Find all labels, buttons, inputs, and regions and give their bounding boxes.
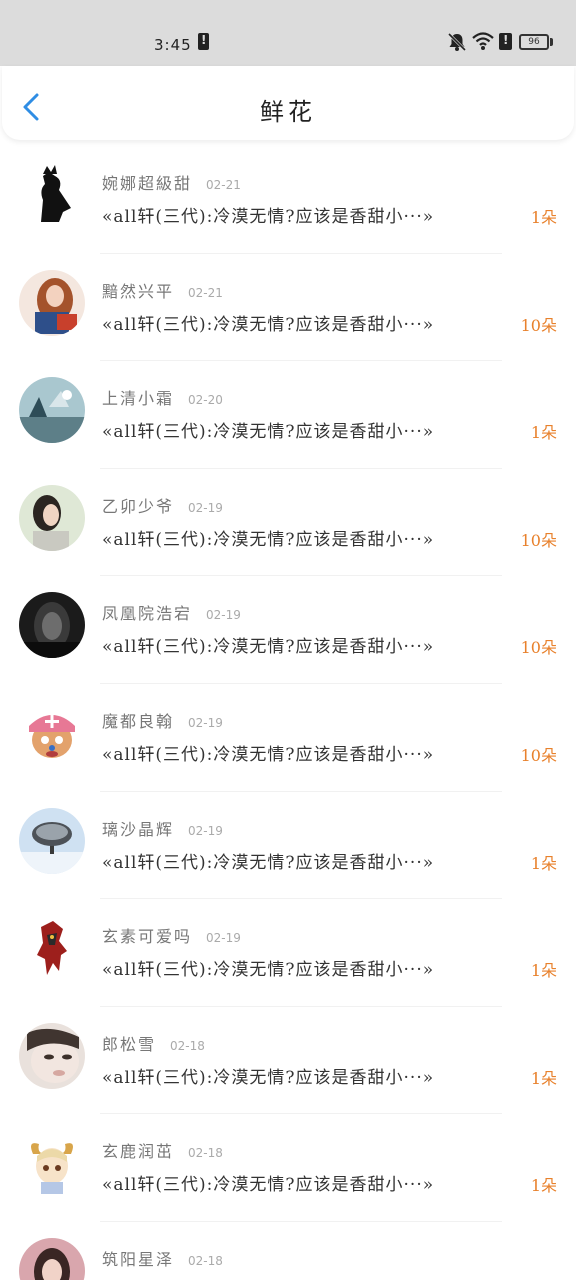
- flower-record-row[interactable]: 黯然兴平 02-21 «all轩(三代):冷漠无情?应该是香甜小···» 10朵: [0, 254, 576, 362]
- username-text: 璃沙晶辉: [102, 819, 175, 839]
- avatar[interactable]: [19, 1022, 85, 1089]
- status-time: 3:45: [154, 36, 192, 54]
- flower-amount: 1朵: [530, 961, 557, 981]
- flower-record-row[interactable]: 婉娜超級甜 02-21 «all轩(三代):冷漠无情?应该是香甜小···» 1朵: [0, 146, 576, 254]
- flower-record-row[interactable]: 筑阳星泽02-18«all轩(三代):冷漠无情?应该是香甜小···»: [0, 1222, 576, 1280]
- post-title[interactable]: «all轩(三代):冷漠无情?应该是香甜小···»: [102, 955, 502, 980]
- date: 02-19: [206, 608, 241, 623]
- flower-amount: 10朵: [520, 745, 557, 765]
- avatar-image: [19, 915, 85, 982]
- flower-record-list: 婉娜超級甜 02-21 «all轩(三代):冷漠无情?应该是香甜小···» 1朵 黯然兴…: [0, 146, 576, 1280]
- username[interactable]: 婉娜超級甜 02-21: [102, 170, 241, 194]
- username-text: 玄鹿润茁: [102, 1142, 175, 1162]
- date: 02-20: [188, 393, 223, 408]
- post-title[interactable]: «all轩(三代):冷漠无情?应该是香甜小···»: [102, 632, 502, 657]
- avatar[interactable]: [19, 915, 85, 982]
- flower-amount: 10朵: [520, 638, 557, 658]
- flower-amount: 10朵: [520, 315, 557, 335]
- date: 02-21: [188, 285, 223, 300]
- username-text: 黯然兴平: [102, 281, 175, 301]
- date: 02-18: [170, 1038, 205, 1053]
- post-title[interactable]: «all轩(三代):冷漠无情?应该是香甜小···»: [102, 1063, 502, 1088]
- avatar[interactable]: [19, 484, 85, 551]
- post-title[interactable]: «all轩(三代):冷漠无情?应该是香甜小···»: [102, 417, 502, 442]
- username-text: 上清小霜: [102, 389, 175, 409]
- username[interactable]: 璃沙晶辉 02-19: [102, 816, 223, 840]
- username[interactable]: 玄鹿润茁 02-18: [102, 1138, 223, 1162]
- username-text: 玄素可爱吗: [102, 927, 193, 947]
- flower-record-row[interactable]: 郎松雪 02-18 «all轩(三代):冷漠无情?应该是香甜小···» 1朵: [0, 1007, 576, 1115]
- avatar[interactable]: [19, 269, 85, 336]
- post-title[interactable]: «all轩(三代):冷漠无情?应该是香甜小···»: [102, 202, 502, 227]
- post-title[interactable]: «all轩(三代):冷漠无情?应该是香甜小···»: [102, 310, 502, 335]
- avatar-image: [19, 1237, 85, 1280]
- flower-record-row[interactable]: 玄素可爱吗 02-19 «all轩(三代):冷漠无情?应该是香甜小···» 1朵: [0, 899, 576, 1007]
- avatar[interactable]: [19, 1130, 85, 1197]
- page-title: 鲜花: [260, 98, 316, 126]
- bell-muted-icon: [447, 32, 467, 52]
- username-text: 婉娜超級甜: [102, 174, 193, 193]
- username[interactable]: 筑阳星泽 02-18: [102, 1246, 223, 1270]
- avatar-image: [19, 1130, 85, 1197]
- username[interactable]: 乙卯少爷 02-19: [102, 493, 223, 517]
- username[interactable]: 郎松雪 02-18: [102, 1031, 205, 1055]
- username[interactable]: 凤凰院浩宕 02-19: [102, 600, 241, 624]
- username-text: 乙卯少爷: [102, 496, 175, 516]
- post-title[interactable]: «all轩(三代):冷漠无情?应该是香甜小···»: [102, 740, 502, 765]
- flower-record-row[interactable]: 上清小霜 02-20 «all轩(三代):冷漠无情?应该是香甜小···» 1朵: [0, 361, 576, 469]
- post-title[interactable]: «all轩(三代):冷漠无情?应该是香甜小···»: [102, 525, 502, 550]
- date: 02-18: [188, 1146, 223, 1161]
- username[interactable]: 上清小霜 02-20: [102, 385, 223, 409]
- status-bar: 3:45 96: [0, 0, 576, 66]
- battery-tip: [550, 38, 553, 46]
- wifi-icon: [472, 32, 494, 50]
- flower-record-row[interactable]: 凤凰院浩宕 02-19 «all轩(三代):冷漠无情?应该是香甜小···» 10朵: [0, 576, 576, 684]
- username[interactable]: 魔都良翰 02-19: [102, 708, 223, 732]
- username-text: 郎松雪: [102, 1034, 157, 1054]
- avatar[interactable]: [19, 699, 85, 766]
- username-text: 筑阳星泽: [102, 1249, 175, 1269]
- flower-amount: 1朵: [530, 1068, 557, 1088]
- flower-amount: 1朵: [530, 1176, 557, 1196]
- flower-amount: 10朵: [520, 530, 557, 550]
- flower-amount: 1朵: [530, 208, 557, 227]
- username-text: 凤凰院浩宕: [102, 604, 193, 624]
- avatar[interactable]: [19, 162, 85, 228]
- date: 02-19: [206, 931, 241, 946]
- username[interactable]: 黯然兴平 02-21: [102, 278, 223, 302]
- flower-record-row[interactable]: 魔都良翰 02-19 «all轩(三代):冷漠无情?应该是香甜小···» 10朵: [0, 684, 576, 792]
- alert-icon: [499, 33, 512, 50]
- flower-amount: 1朵: [530, 423, 557, 443]
- avatar-image: [19, 807, 85, 874]
- alert-icon: [198, 33, 209, 50]
- avatar[interactable]: [19, 807, 85, 874]
- avatar-image: [19, 377, 85, 444]
- date: 02-18: [188, 1253, 223, 1268]
- avatar-image: [19, 592, 85, 659]
- flower-record-row[interactable]: 乙卯少爷 02-19 «all轩(三代):冷漠无情?应该是香甜小···» 10朵: [0, 469, 576, 577]
- flower-record-row[interactable]: 玄鹿润茁 02-18 «all轩(三代):冷漠无情?应该是香甜小···» 1朵: [0, 1114, 576, 1222]
- date: 02-19: [188, 715, 223, 730]
- avatar[interactable]: [19, 592, 85, 659]
- header-bar: 鲜花: [2, 66, 574, 140]
- username-text: 魔都良翰: [102, 711, 175, 731]
- battery-icon: 96: [519, 34, 549, 50]
- flower-record-row[interactable]: 璃沙晶辉 02-19 «all轩(三代):冷漠无情?应该是香甜小···» 1朵: [0, 792, 576, 900]
- flower-amount: 1朵: [530, 853, 557, 873]
- username[interactable]: 玄素可爱吗 02-19: [102, 923, 241, 947]
- date: 02-21: [206, 178, 241, 192]
- avatar-image: [19, 699, 85, 766]
- avatar[interactable]: [19, 377, 85, 444]
- avatar-image: [19, 162, 85, 228]
- date: 02-19: [188, 500, 223, 515]
- avatar-image: [19, 484, 85, 551]
- avatar-image: [19, 1022, 85, 1089]
- date: 02-19: [188, 823, 223, 838]
- post-title[interactable]: «all轩(三代):冷漠无情?应该是香甜小···»: [102, 848, 502, 873]
- avatar-image: [19, 269, 85, 336]
- avatar[interactable]: [19, 1237, 85, 1280]
- post-title[interactable]: «all轩(三代):冷漠无情?应该是香甜小···»: [102, 1170, 502, 1195]
